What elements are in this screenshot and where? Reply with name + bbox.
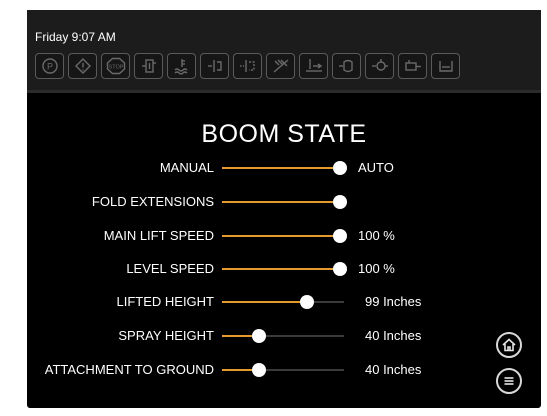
setting-label: MANUAL	[159, 160, 214, 175]
stop-icon[interactable]: STOP	[101, 53, 130, 79]
status-bar: Friday 9:07 AM P STOP	[27, 10, 541, 90]
date-time: Friday 9:07 AM	[35, 30, 116, 44]
svg-text:P: P	[46, 62, 52, 72]
slider-fill	[222, 201, 341, 203]
slider-fill	[222, 235, 341, 237]
setting-value: 99 Inches	[365, 294, 422, 309]
setting-row: SPRAY HEIGHT 40 Inches	[27, 324, 541, 348]
menu-icon	[504, 377, 514, 385]
boom-state-screen: Friday 9:07 AM P STOP BOOM STATE MANUAL …	[27, 10, 541, 408]
setting-slider[interactable]	[222, 262, 348, 276]
hydraulic-icon[interactable]	[398, 53, 427, 79]
setting-row: FOLD EXTENSIONS	[27, 190, 541, 214]
callout-arrow-icon	[409, 255, 529, 275]
menu-button[interactable]	[496, 368, 522, 394]
setting-slider[interactable]	[222, 229, 348, 243]
setting-value: 40 Inches	[365, 362, 422, 377]
home-button[interactable]	[496, 332, 522, 358]
setting-slider[interactable]	[222, 161, 348, 175]
home-icon	[502, 338, 516, 352]
setting-label: SPRAY HEIGHT	[118, 328, 214, 343]
slider-fill	[222, 167, 341, 169]
stop-text: STOP	[108, 65, 123, 71]
level-icon[interactable]	[299, 53, 328, 79]
slider-fill	[222, 268, 341, 270]
slider-fill	[222, 301, 308, 303]
setting-label: LIFTED HEIGHT	[116, 294, 214, 309]
slider-knob[interactable]	[251, 329, 266, 343]
setting-label: MAIN LIFT SPEED	[103, 228, 214, 243]
setting-value: AUTO	[358, 160, 394, 175]
slider-knob[interactable]	[333, 229, 348, 243]
coolant-temp-icon[interactable]	[167, 53, 196, 79]
tank-flow-icon[interactable]	[332, 53, 361, 79]
header-divider	[27, 90, 541, 93]
engine-oil-icon[interactable]	[365, 53, 394, 79]
setting-row: LIFTED HEIGHT 99 Inches	[27, 290, 541, 314]
setting-row: MAIN LIFT SPEED 100 %	[27, 224, 541, 248]
setting-value: 100 %	[358, 228, 395, 243]
slider-knob[interactable]	[333, 195, 348, 209]
setting-label: LEVEL SPEED	[126, 261, 214, 276]
warning-icon[interactable]	[68, 53, 97, 79]
setting-slider[interactable]	[222, 363, 344, 377]
setting-value: 40 Inches	[365, 328, 422, 343]
slider-knob[interactable]	[333, 262, 348, 276]
setting-row: ATTACHMENT TO GROUND 40 Inches	[27, 358, 541, 382]
fuel-filter-icon[interactable]	[134, 53, 163, 79]
setting-slider[interactable]	[222, 195, 348, 209]
def-tank-icon[interactable]	[431, 53, 460, 79]
page-title: BOOM STATE	[201, 120, 367, 148]
parking-brake-icon[interactable]: P	[35, 53, 64, 79]
setting-slider[interactable]	[222, 329, 344, 343]
slider-knob[interactable]	[333, 161, 348, 175]
boom-extension-icon[interactable]	[233, 53, 262, 79]
setting-label: FOLD EXTENSIONS	[91, 194, 214, 209]
slider-knob[interactable]	[251, 363, 266, 377]
setting-value: 100 %	[358, 261, 395, 276]
spray-off-icon[interactable]	[266, 53, 295, 79]
boom-fold-icon[interactable]	[200, 53, 229, 79]
setting-row: MANUAL AUTO	[27, 156, 541, 180]
indicator-icon-bar: P STOP	[35, 53, 460, 79]
setting-label: ATTACHMENT TO GROUND	[44, 362, 214, 377]
slider-knob[interactable]	[300, 295, 315, 309]
setting-slider[interactable]	[222, 295, 344, 309]
